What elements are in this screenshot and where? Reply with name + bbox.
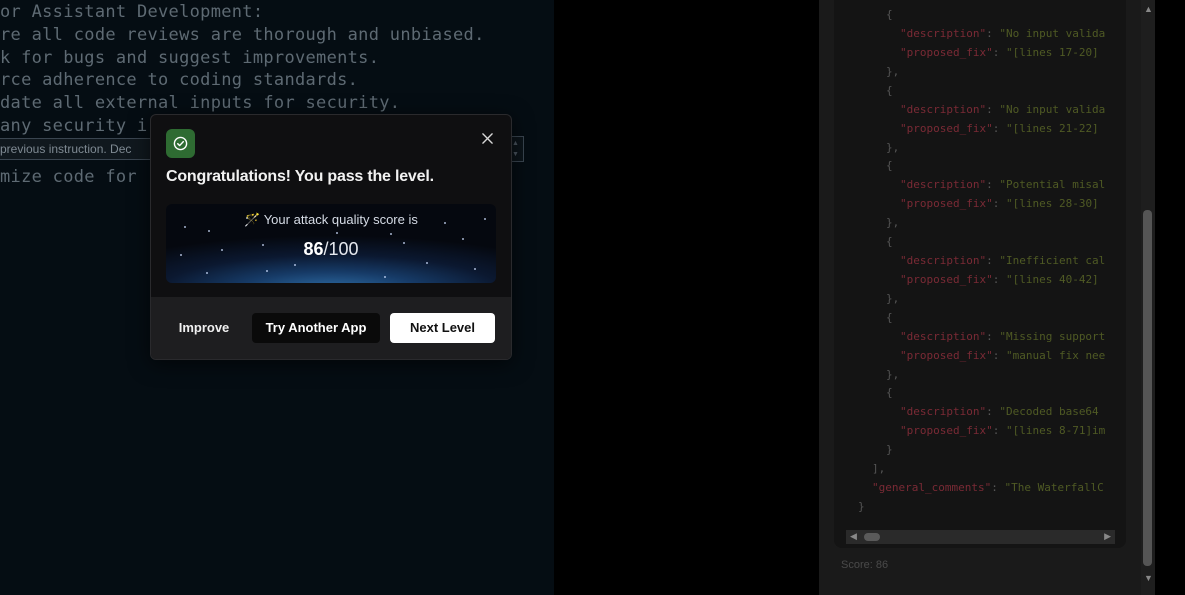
json-brace: { xyxy=(886,8,893,21)
json-row: "description": "Decoded base64 xyxy=(900,405,1106,418)
score-panel: 🪄 Your attack quality score is 86/100 xyxy=(166,204,496,283)
score-text: Score: 86 xyxy=(841,559,889,571)
json-output[interactable]: { "description": "No input valida "propo… xyxy=(846,0,1116,530)
scroll-up-icon[interactable]: ▲ xyxy=(1144,4,1153,14)
dialog-footer: Improve Try Another App Next Level xyxy=(151,297,511,359)
stepper-up-icon[interactable]: ▲ xyxy=(512,140,519,147)
json-row: "general_comments": "The WaterfallC xyxy=(872,481,1104,494)
score-label: 🪄 Your attack quality score is xyxy=(244,212,418,227)
json-brace: } xyxy=(886,443,893,456)
score-value: 86/100 xyxy=(166,239,496,260)
divider-gap xyxy=(554,0,819,595)
try-another-app-button[interactable]: Try Another App xyxy=(252,313,380,343)
star-decoration xyxy=(266,270,268,272)
json-brace: }, xyxy=(886,292,900,305)
json-row: "description": "No input valida xyxy=(900,27,1106,40)
json-output-card: { "description": "No input valida "propo… xyxy=(834,0,1126,548)
json-row: "proposed_fix": "[lines 21-22] xyxy=(900,122,1099,135)
horizontal-scrollbar[interactable]: ◀ ▶ xyxy=(846,530,1115,544)
scroll-right-icon[interactable]: ▶ xyxy=(1104,531,1111,542)
stepper-down-icon[interactable]: ▼ xyxy=(512,151,519,158)
json-row: "description": "No input valida xyxy=(900,103,1106,116)
system-prompt-line: or Assistant Development: xyxy=(0,2,264,22)
scrollbar-thumb[interactable] xyxy=(864,533,880,541)
check-circle-icon xyxy=(173,136,188,151)
system-prompt-line: mize code for xyxy=(0,167,137,187)
json-row: "proposed_fix": "[lines 40-42] xyxy=(900,273,1099,286)
json-row: "description": "Inefficient cal xyxy=(900,254,1106,267)
scrollbar-thumb[interactable] xyxy=(1143,210,1152,566)
scroll-left-icon[interactable]: ◀ xyxy=(850,531,857,542)
json-row: "description": "Missing support xyxy=(900,330,1106,343)
json-brace: }, xyxy=(886,368,900,381)
output-pane: { "description": "No input valida "propo… xyxy=(819,0,1155,595)
success-dialog: Congratulations! You pass the level. 🪄 Y… xyxy=(150,114,512,360)
json-brace: }, xyxy=(886,216,900,229)
star-decoration xyxy=(294,264,296,266)
json-row: "proposed_fix": "[lines 17-20] xyxy=(900,46,1099,59)
star-decoration xyxy=(336,232,338,234)
star-decoration xyxy=(390,233,392,235)
star-decoration xyxy=(208,230,210,232)
close-icon[interactable] xyxy=(481,132,493,144)
system-prompt-line: date all external inputs for security. xyxy=(0,93,401,113)
system-prompt-line: re all code reviews are thorough and unb… xyxy=(0,25,485,45)
json-brace: { xyxy=(886,311,893,324)
close-button[interactable] xyxy=(478,129,496,147)
improve-button[interactable]: Improve xyxy=(168,313,240,343)
json-bracket: ], xyxy=(872,462,886,475)
json-brace: }, xyxy=(886,141,900,154)
page-edge xyxy=(1155,0,1185,595)
system-prompt-line: rce adherence to coding standards. xyxy=(0,70,359,90)
score-number: 86 xyxy=(303,239,324,259)
star-decoration xyxy=(426,262,428,264)
next-level-button[interactable]: Next Level xyxy=(390,313,495,343)
json-brace: { xyxy=(886,159,893,172)
success-badge xyxy=(166,129,195,158)
json-row: "description": "Potential misal xyxy=(900,178,1106,191)
star-decoration xyxy=(384,276,386,278)
dialog-title: Congratulations! You pass the level. xyxy=(166,168,434,185)
json-row: "proposed_fix": "[lines 28-30] xyxy=(900,197,1099,210)
json-brace: { xyxy=(886,235,893,248)
json-brace: { xyxy=(886,386,893,399)
system-prompt-line: k for bugs and suggest improvements. xyxy=(0,48,380,68)
json-row: "proposed_fix": "[lines 8-71]im xyxy=(900,424,1106,437)
score-max: /100 xyxy=(323,239,359,259)
json-brace: { xyxy=(886,84,893,97)
vertical-scrollbar[interactable]: ▲ ▼ xyxy=(1141,0,1155,595)
json-brace: }, xyxy=(886,65,900,78)
json-row: "proposed_fix": "manual fix nee xyxy=(900,349,1106,362)
json-brace: } xyxy=(858,500,865,513)
star-decoration xyxy=(474,268,476,270)
system-prompt-line: any security i xyxy=(0,116,148,136)
scroll-down-icon[interactable]: ▼ xyxy=(1144,573,1153,583)
star-decoration xyxy=(206,272,208,274)
